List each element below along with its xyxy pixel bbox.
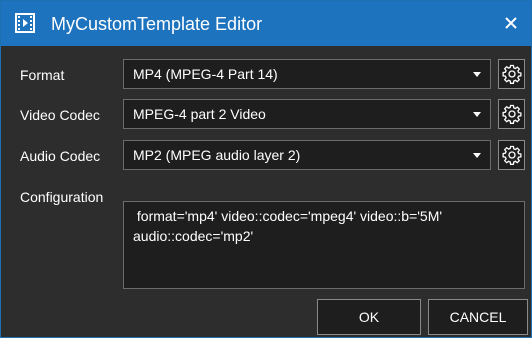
title-bar: MyCustomTemplate Editor [1, 1, 531, 46]
format-label: Format [20, 67, 65, 83]
gear-icon [501, 64, 522, 84]
configuration-label: Configuration [20, 189, 104, 205]
video-codec-select[interactable]: MPEG-4 part 2 Video [123, 99, 491, 129]
audio-codec-settings-button[interactable] [498, 140, 525, 170]
format-settings-button[interactable] [498, 59, 525, 89]
video-codec-select-value: MPEG-4 part 2 Video [133, 106, 266, 122]
film-icon [15, 13, 35, 33]
ok-button[interactable]: OK [317, 299, 421, 335]
chevron-down-icon [473, 153, 481, 158]
chevron-down-icon [473, 112, 481, 117]
cancel-button[interactable]: CANCEL [428, 299, 528, 335]
gear-icon [501, 104, 522, 124]
format-select-value: MP4 (MPEG-4 Part 14) [133, 66, 278, 82]
audio-codec-label: Audio Codec [20, 148, 101, 164]
close-button[interactable] [499, 11, 523, 35]
audio-codec-select[interactable]: MP2 (MPEG audio layer 2) [123, 140, 491, 170]
video-codec-settings-button[interactable] [498, 99, 525, 129]
audio-codec-select-value: MP2 (MPEG audio layer 2) [133, 147, 301, 163]
close-icon [505, 17, 517, 29]
gear-icon [501, 145, 522, 165]
format-select[interactable]: MP4 (MPEG-4 Part 14) [123, 59, 491, 89]
window-title: MyCustomTemplate Editor [51, 14, 263, 34]
configuration-textarea[interactable]: format='mp4' video::codec='mpeg4' video:… [123, 201, 525, 289]
chevron-down-icon [473, 72, 481, 77]
video-codec-label: Video Codec [20, 107, 100, 123]
editor-window: MyCustomTemplate Editor Format MP4 (MPEG… [0, 0, 532, 338]
